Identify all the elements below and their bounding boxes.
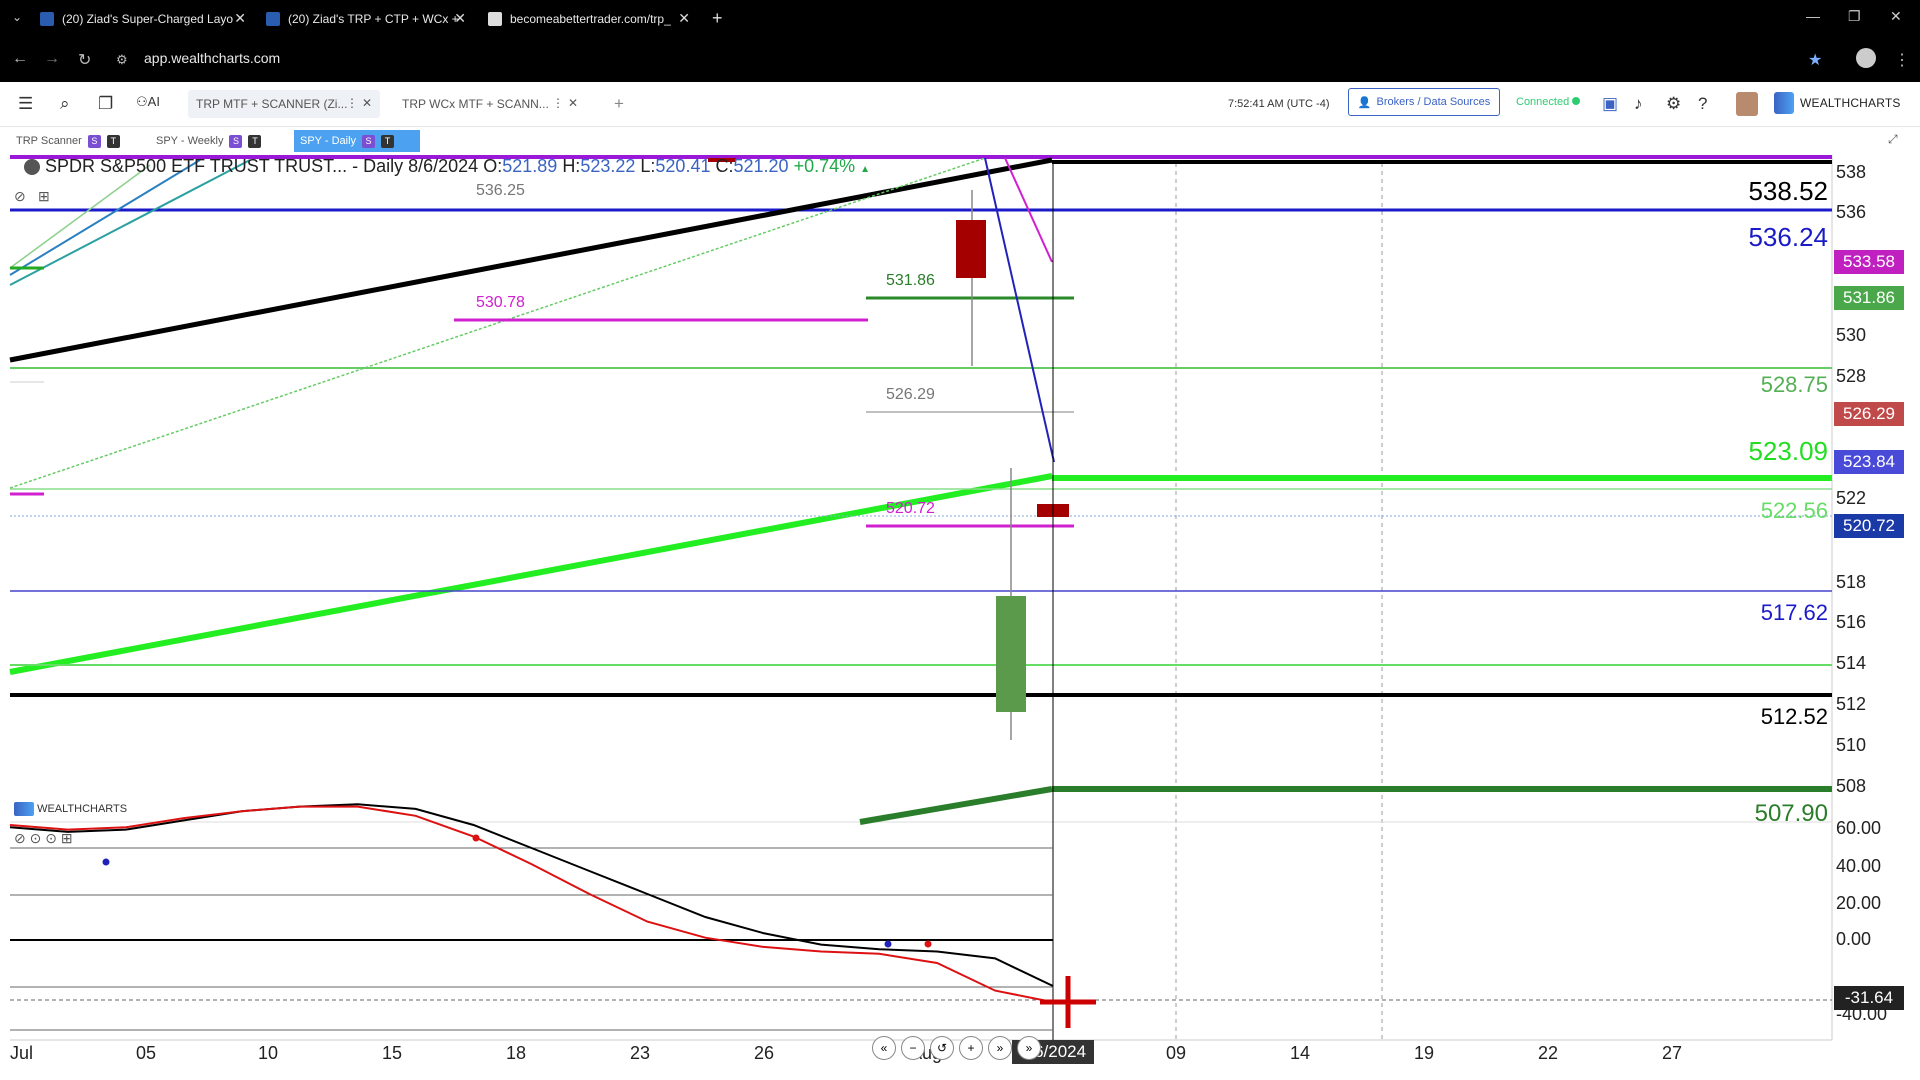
level-label: 523.09 bbox=[1748, 436, 1828, 466]
legend-h-label: H: bbox=[562, 156, 581, 176]
osc-tick: 60.00 bbox=[1836, 818, 1882, 838]
pivot-label: 536.25 bbox=[476, 182, 525, 199]
chart-legend: SPDR S&P500 ETF TRUST TRUST... - Daily 8… bbox=[24, 156, 870, 177]
osc-tick: 0.00 bbox=[1836, 929, 1872, 949]
level-label: 538.52 bbox=[1748, 176, 1828, 206]
time-tick: 18 bbox=[506, 1043, 527, 1063]
price-tag: 520.72 bbox=[1834, 514, 1904, 538]
black-trend-line bbox=[9, 157, 1053, 363]
osc-dot-red bbox=[924, 940, 932, 948]
legend-interval: - Daily 8/6/2024 bbox=[352, 156, 479, 176]
osc-dot-red bbox=[472, 834, 480, 842]
level-label: 522.56 bbox=[1760, 498, 1828, 523]
price-tick: 516 bbox=[1836, 612, 1867, 632]
oscillator-series-line bbox=[9, 805, 1054, 1004]
collapse-icon[interactable]: ⊙ bbox=[30, 830, 42, 846]
time-tick: 22 bbox=[1538, 1043, 1559, 1063]
scroll-start-icon[interactable]: « bbox=[872, 1036, 896, 1060]
price-tag: 533.58 bbox=[1834, 250, 1904, 274]
legend-l-label: L: bbox=[640, 156, 656, 176]
legend-low: 520.41 bbox=[655, 156, 711, 176]
settings-icon[interactable]: ⊘ bbox=[14, 188, 26, 205]
pivot-label: 526.29 bbox=[886, 386, 935, 403]
pivot-label: 530.78 bbox=[476, 294, 525, 311]
time-tick: 26 bbox=[754, 1043, 775, 1063]
oscillator-lines bbox=[9, 803, 1054, 1004]
time-tick: 05 bbox=[136, 1043, 157, 1063]
dotted-green-trend bbox=[9, 157, 986, 489]
spdr-logo-icon bbox=[24, 159, 40, 176]
time-tick: 10 bbox=[258, 1043, 279, 1063]
settings-icon[interactable]: ⊘ bbox=[14, 830, 26, 846]
legend-o-label: O: bbox=[483, 156, 503, 176]
price-tick: 508 bbox=[1836, 776, 1867, 796]
indicator-brand-label: WEALTHCHARTS bbox=[37, 802, 128, 815]
legend-c-label: C: bbox=[715, 156, 734, 176]
chart-navigation: « − ↺ + » » bbox=[872, 1036, 1041, 1060]
osc-dot-blue bbox=[884, 940, 892, 948]
legend-symbol: SPDR S&P500 ETF TRUST TRUST... bbox=[45, 156, 348, 176]
time-tick: 09 bbox=[1166, 1043, 1187, 1063]
steep-blue-line bbox=[984, 157, 1055, 463]
time-tick: 15 bbox=[382, 1043, 403, 1063]
price-tag: 526.29 bbox=[1834, 402, 1904, 426]
time-tick: 27 bbox=[1662, 1043, 1683, 1063]
price-tick: 522 bbox=[1836, 488, 1867, 508]
osc-value-tag: -31.64 bbox=[1834, 986, 1904, 1010]
trend-line-blue bbox=[9, 159, 201, 276]
dark-green-trend bbox=[859, 786, 1053, 825]
legend-change: +0.74% bbox=[793, 156, 856, 176]
price-tick: 514 bbox=[1836, 653, 1867, 673]
price-tick: 536 bbox=[1836, 202, 1867, 222]
legend-open: 521.89 bbox=[502, 156, 558, 176]
add-indicator-icon[interactable]: ⊞ bbox=[38, 188, 50, 205]
price-tick: 528 bbox=[1836, 366, 1867, 386]
price-tick: 512 bbox=[1836, 694, 1867, 714]
up-arrow-icon: ▲ bbox=[860, 164, 871, 175]
level-label: 528.75 bbox=[1760, 372, 1828, 397]
time-tick: 19 bbox=[1414, 1043, 1435, 1063]
visibility-icon[interactable]: ⊙ bbox=[45, 830, 57, 846]
time-tick: Jul bbox=[10, 1043, 34, 1063]
zoom-out-icon[interactable]: − bbox=[901, 1036, 925, 1060]
osc-dot-blue bbox=[102, 858, 110, 866]
scroll-latest-icon[interactable]: » bbox=[1017, 1036, 1041, 1060]
candle-bullish[interactable] bbox=[996, 596, 1026, 712]
osc-tick: 20.00 bbox=[1836, 893, 1882, 913]
add-indicator-icon[interactable]: ⊞ bbox=[61, 830, 73, 846]
level-label: 517.62 bbox=[1760, 600, 1828, 625]
time-tick: 23 bbox=[630, 1043, 651, 1063]
trend-line-light-green bbox=[9, 164, 151, 269]
pivot-label: 520.72 bbox=[886, 500, 935, 517]
legend-high: 523.22 bbox=[580, 156, 636, 176]
level-label: 536.24 bbox=[1748, 222, 1828, 252]
level-label: 512.52 bbox=[1760, 704, 1828, 729]
price-tag: 531.86 bbox=[1834, 286, 1904, 310]
pivot-label: 531.86 bbox=[886, 272, 935, 289]
price-tag: 523.84 bbox=[1834, 450, 1904, 474]
indicator-brand: WEALTHCHARTS bbox=[14, 802, 127, 816]
zoom-in-icon[interactable]: + bbox=[959, 1036, 983, 1060]
trend-line-teal bbox=[9, 159, 251, 286]
price-tick: 538 bbox=[1836, 162, 1867, 182]
indicator-controls: ⊘ ⊙ ⊙ ⊞ bbox=[14, 830, 73, 847]
osc-tick: 40.00 bbox=[1836, 856, 1882, 876]
legend-close: 521.20 bbox=[733, 156, 789, 176]
time-tick: 14 bbox=[1290, 1043, 1311, 1063]
price-tick: 518 bbox=[1836, 572, 1867, 592]
wealthcharts-logo-icon bbox=[14, 802, 34, 816]
price-tick: 530 bbox=[1836, 325, 1867, 345]
level-label: 507.90 bbox=[1754, 800, 1828, 822]
price-tick: 510 bbox=[1836, 735, 1867, 755]
candle-bearish[interactable] bbox=[956, 220, 986, 278]
reset-icon[interactable]: ↺ bbox=[930, 1036, 954, 1060]
scroll-end-icon[interactable]: » bbox=[988, 1036, 1012, 1060]
